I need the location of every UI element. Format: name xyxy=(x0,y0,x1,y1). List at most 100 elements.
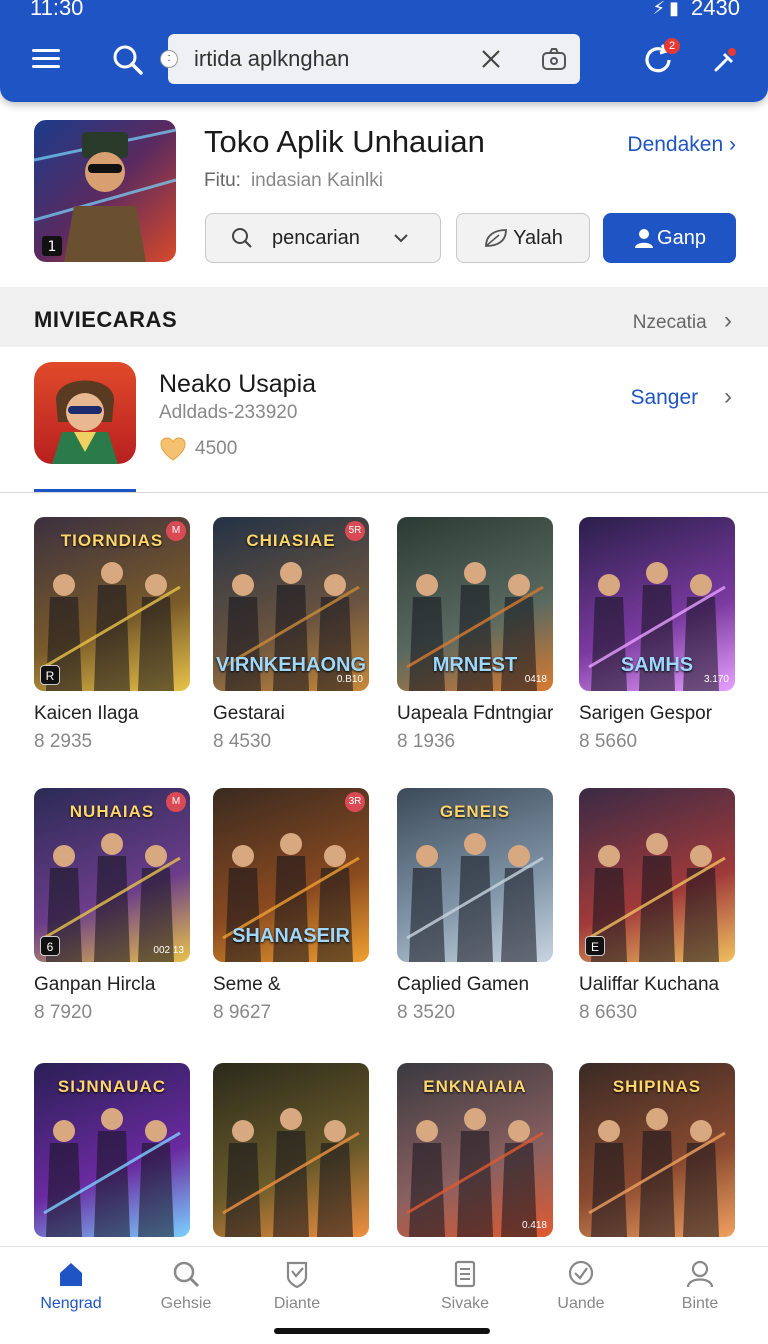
close-icon[interactable] xyxy=(478,46,504,72)
game-banner: ENKNAIAIA xyxy=(423,1077,527,1096)
nav-item-diante[interactable]: Diante xyxy=(252,1259,342,1313)
chevron-down-icon xyxy=(394,234,408,243)
featured-link-label: Sanger xyxy=(630,386,699,409)
section-title: MIVIECARAS xyxy=(34,307,178,332)
status-right-value: 2430 xyxy=(691,0,740,20)
open-link[interactable]: Dendaken › xyxy=(627,133,736,157)
game-name: Caplied Gamen xyxy=(397,974,530,995)
game-thumbnail[interactable]: E xyxy=(579,788,735,962)
game-thumbnail[interactable]: SHANASEIR 3R xyxy=(213,788,369,962)
status-bar: 11:30 ⚡▮ 2430 xyxy=(0,0,768,20)
nav-item-binte[interactable]: Binte xyxy=(655,1259,745,1313)
menu-icon[interactable] xyxy=(30,44,62,76)
search-icon xyxy=(232,228,252,248)
game-card[interactable]: TIORNDIAS R M Kaicen Ilaga 8 2935 xyxy=(34,517,194,753)
ganp-label: Ganp xyxy=(657,226,706,249)
game-name: Uapeala Fdntngiar xyxy=(397,703,554,724)
refresh-button[interactable]: 2 xyxy=(640,38,680,78)
person-icon xyxy=(686,1260,714,1288)
game-thumbnail[interactable]: GENEIS xyxy=(397,788,553,962)
chevron-right-icon: › xyxy=(729,133,736,156)
game-thumbnail[interactable]: TIORNDIAS R M xyxy=(34,517,190,691)
corner-badge: M xyxy=(166,792,186,812)
nav-item-uande[interactable]: Uande xyxy=(536,1259,626,1313)
chevron-right-icon: › xyxy=(724,307,732,334)
game-card[interactable]: CHIASIAE VIRNKEHAONG 5R 0.B10 Gestarai 8 4530 xyxy=(213,517,373,753)
game-count: 8 3520 xyxy=(397,1002,456,1023)
pin-icon[interactable] xyxy=(708,42,744,78)
badge-check-icon xyxy=(568,1260,594,1286)
status-icons: ⚡▮ xyxy=(652,0,684,18)
subtitle-label: Fitu: xyxy=(204,170,241,191)
nav-label: Sivake xyxy=(440,1295,490,1312)
game-card[interactable]: SHANASEIR 3R Seme & 8 9627 xyxy=(213,788,373,1024)
game-thumbnail[interactable]: SIJNNAUAC xyxy=(34,1063,190,1237)
bot-icon[interactable] xyxy=(540,46,568,72)
game-banner: SIJNNAUAC xyxy=(57,1077,167,1096)
section-header: MIVIECARAS Nzecatia › xyxy=(0,287,768,347)
open-link-label: Dendaken xyxy=(627,133,724,156)
search-bar[interactable]: : xyxy=(160,34,580,84)
game-card[interactable]: SHIPINAS xyxy=(579,1063,739,1237)
game-card[interactable]: SIJNNAUAC xyxy=(34,1063,194,1237)
nav-item-sivake[interactable]: Sivake xyxy=(420,1259,510,1313)
corner-badge: 3R xyxy=(345,792,365,812)
search-icon xyxy=(173,1261,200,1288)
game-card[interactable]: MRNEST 0418 Uapeala Fdntngiar 8 1936 xyxy=(397,517,557,753)
game-count: 8 9627 xyxy=(213,1002,272,1023)
nav-label: Uande xyxy=(557,1295,605,1312)
game-thumbnail[interactable]: MRNEST 0418 xyxy=(397,517,553,691)
nav-item-gehsie[interactable]: Gehsie xyxy=(141,1259,231,1313)
search-input[interactable] xyxy=(194,46,474,72)
home-icon xyxy=(60,1263,82,1286)
game-thumbnail[interactable] xyxy=(213,1063,369,1237)
game-count: 8 1936 xyxy=(397,731,456,752)
rating-badge: E xyxy=(585,936,605,956)
game-card[interactable]: SAMHS 3.170 Sarigen Gespor 8 5660 xyxy=(579,517,739,753)
corner-badge: 5R xyxy=(345,521,365,541)
status-time: 11:30 xyxy=(30,0,84,20)
game-banner-bottom: SHANASEIR xyxy=(232,925,350,947)
featured-likes: 4500 xyxy=(159,436,237,462)
game-thumbnail[interactable]: NUHAIAS 6 M 002 13 xyxy=(34,788,190,962)
app-title: Toko Aplik Unhauian xyxy=(204,124,485,159)
yalah-label: Yalah xyxy=(513,226,563,249)
status-right: ⚡▮ 2430 xyxy=(653,0,741,21)
game-count: 8 6630 xyxy=(579,1002,638,1023)
game-thumbnail[interactable]: SHIPINAS xyxy=(579,1063,735,1237)
home-indicator xyxy=(274,1328,490,1334)
game-thumbnail[interactable]: ENKNAIAIA 0.418 xyxy=(397,1063,553,1237)
yalah-button[interactable]: Yalah xyxy=(456,213,590,263)
nav-label: Diante xyxy=(273,1295,321,1312)
nav-item-nengrad[interactable]: Nengrad xyxy=(26,1259,116,1313)
subtitle-value: indasian Kainlki xyxy=(250,170,383,191)
thumbnail-code: 3.170 xyxy=(703,674,729,685)
game-card[interactable]: GENEIS Caplied Gamen 8 3520 xyxy=(397,788,557,1024)
game-card[interactable] xyxy=(213,1063,373,1237)
ganp-button[interactable]: Ganp xyxy=(603,213,736,263)
game-banner: GENEIS xyxy=(439,802,511,821)
corner-badge: M xyxy=(166,521,186,541)
game-count: 8 4530 xyxy=(213,731,272,752)
featured-subtitle: Adldads-233920 xyxy=(159,402,298,423)
app-subtitle: Fitu: indasian Kainlki xyxy=(204,170,383,192)
game-thumbnail[interactable]: SAMHS 3.170 xyxy=(579,517,735,691)
game-count: 8 2935 xyxy=(34,731,93,752)
nav-label: Nengrad xyxy=(40,1295,102,1312)
game-name: Ganpan Hircla xyxy=(34,974,156,995)
category-search-dropdown[interactable]: pencarian xyxy=(205,213,441,263)
featured-link[interactable]: Sanger › xyxy=(630,383,732,411)
game-thumbnail[interactable]: CHIASIAE VIRNKEHAONG 5R 0.B10 xyxy=(213,517,369,691)
svg-text:1: 1 xyxy=(48,239,57,255)
game-card[interactable]: ENKNAIAIA 0.418 xyxy=(397,1063,557,1237)
document-icon xyxy=(454,1260,476,1288)
section-more-link[interactable]: Nzecatia › xyxy=(633,307,732,335)
thumbnail-code: 0418 xyxy=(524,674,547,685)
search-icon[interactable] xyxy=(110,42,146,78)
featured-icon[interactable] xyxy=(34,362,136,464)
game-card[interactable]: E Ualiffar Kuchana 8 6630 xyxy=(579,788,739,1024)
game-card[interactable]: NUHAIAS 6 M 002 13 Ganpan Hircla 8 7920 xyxy=(34,788,194,1024)
nav-label: Gehsie xyxy=(160,1295,212,1312)
thumbnail-code: 002 13 xyxy=(153,945,184,956)
rating-badge: R xyxy=(40,665,60,685)
